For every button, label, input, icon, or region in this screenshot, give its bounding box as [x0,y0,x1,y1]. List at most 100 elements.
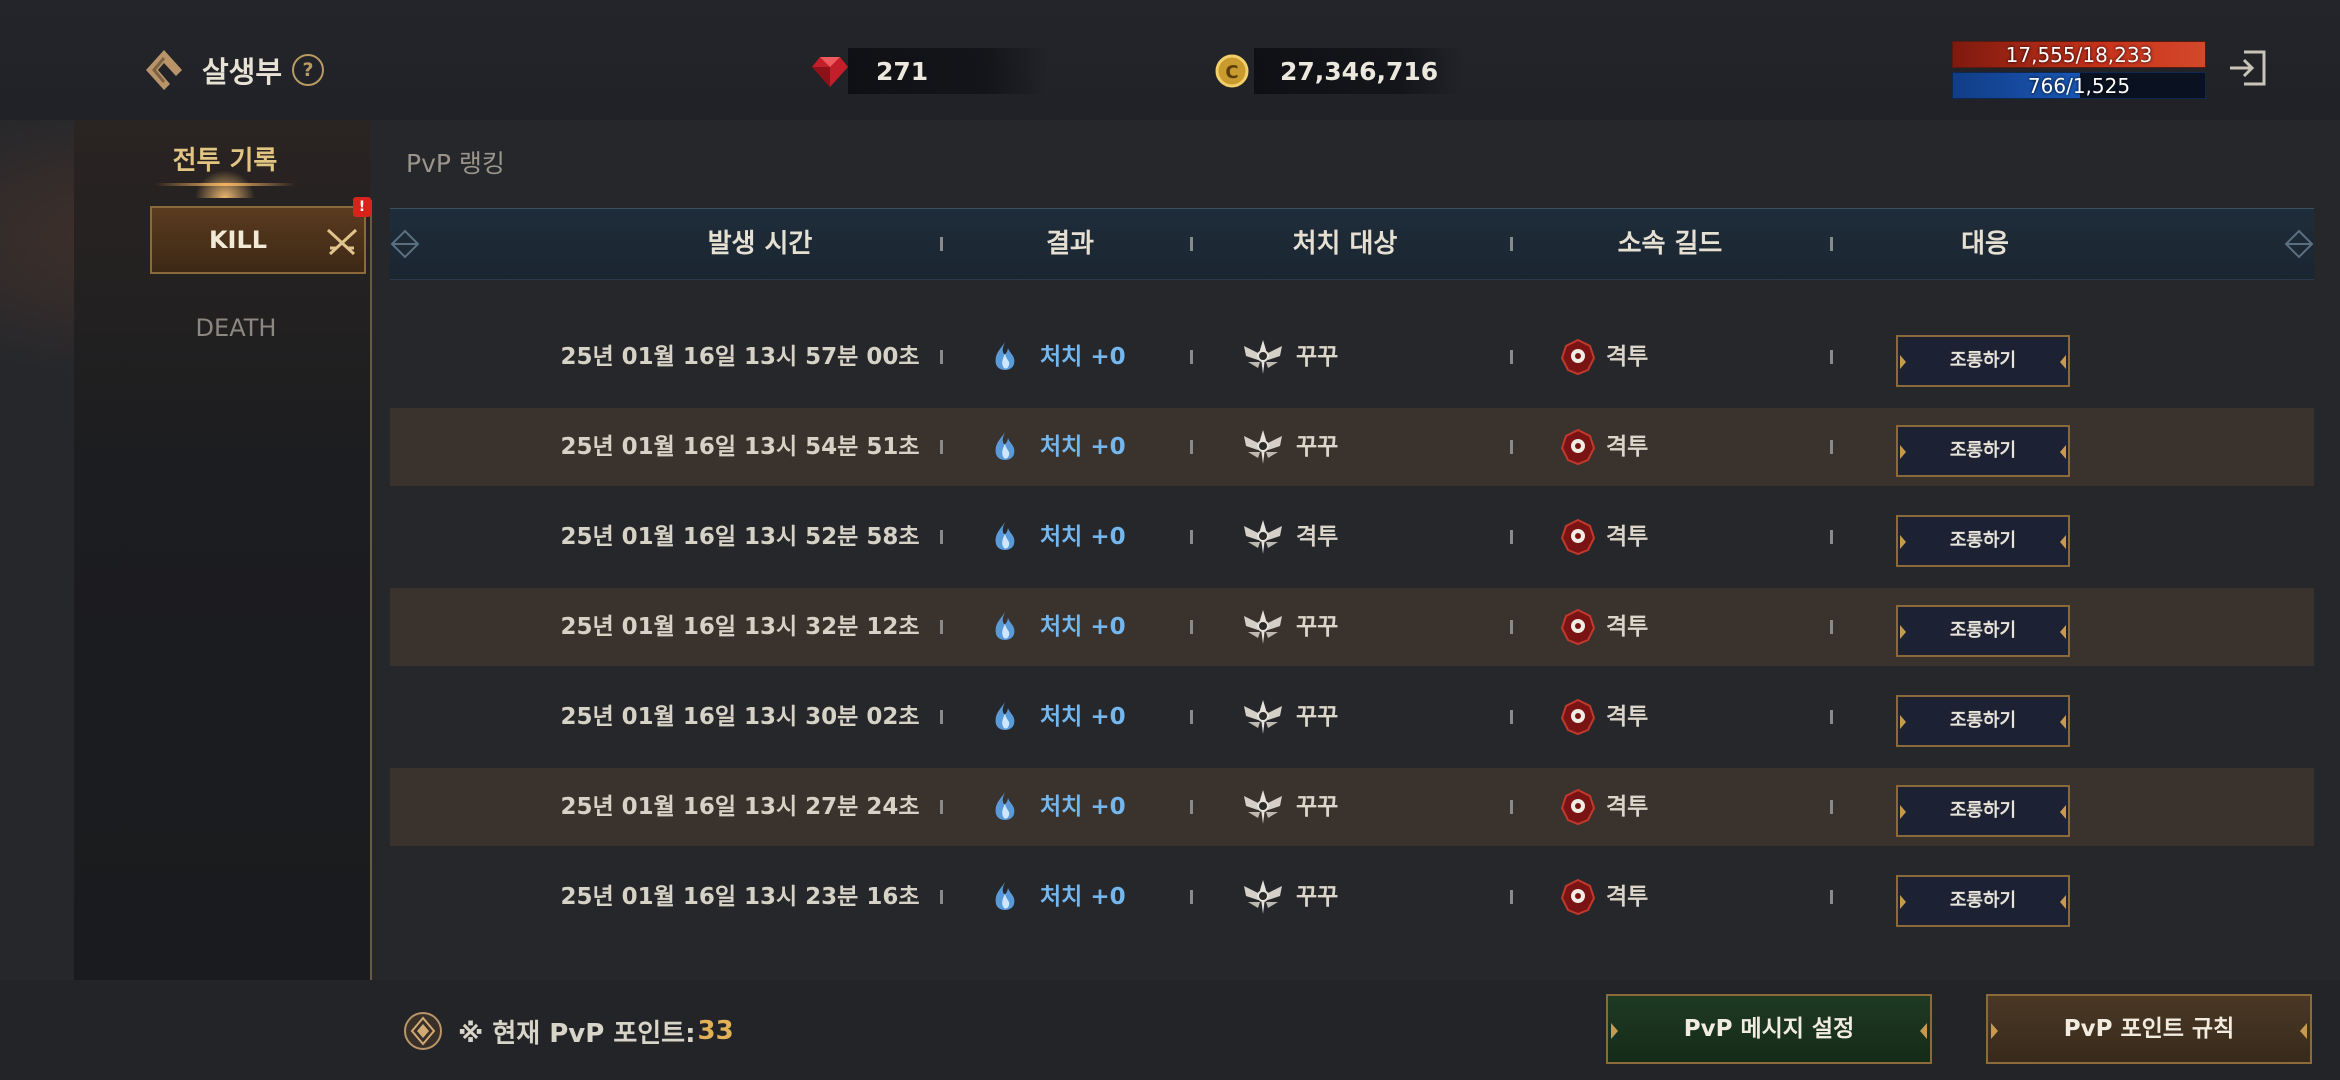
row-time: 25년 01월 16일 13시 27분 24초 [560,794,920,820]
column-separator [940,350,943,364]
winged-crest-icon [1244,340,1282,374]
sidebar-item-death[interactable]: DEATH [150,314,322,342]
header-ornament-right-icon [2284,229,2314,259]
taunt-button[interactable]: 조롱하기 [1896,335,2070,387]
button-ornament-right [2300,1023,2307,1039]
crossed-swords-icon [326,228,358,256]
row-result-text: 처치 +0 [1040,524,1126,550]
row-guild: 격투 [1560,678,1760,756]
row-guild: 격투 [1560,318,1760,396]
row-result-text: 처치 +0 [1040,614,1126,640]
pvp-points-label: ※ 현재 PvP 포인트: [458,1018,696,1049]
row-result: 처치 +0 [990,408,1150,486]
red-gem-icon [812,57,848,87]
button-ornament-left [1900,355,1906,369]
exit-icon[interactable] [2226,46,2270,90]
column-separator [1830,237,1833,251]
row-target: 꾸꾸 [1240,408,1440,486]
column-header-time: 발생 시간 [707,229,813,259]
column-separator [1830,350,1833,364]
guild-emblem-icon [1560,878,1596,916]
hp-mp-bars: 17,555/18,233 766/1,525 [1952,41,2206,103]
column-separator [1190,710,1193,724]
column-header-guild: 소속 길드 [1617,229,1723,259]
row-target-name: 꾸꾸 [1296,794,1339,820]
column-separator [1190,237,1193,251]
row-target-name: 꾸꾸 [1296,884,1339,910]
row-guild: 격투 [1560,408,1760,486]
gold-coin-icon: C [1215,54,1249,88]
taunt-button[interactable]: 조롱하기 [1896,875,2070,927]
row-target: 꾸꾸 [1240,678,1440,756]
row-guild: 격투 [1560,588,1760,666]
row-guild: 격투 [1560,768,1760,846]
row-result-text: 처치 +0 [1040,704,1126,730]
row-target: 꾸꾸 [1240,768,1440,846]
sidebar-item-kill[interactable]: KILL [150,206,366,274]
column-header-action: 대응 [1961,229,2009,259]
row-guild-name: 격투 [1606,524,1649,550]
row-result: 처치 +0 [990,318,1150,396]
taunt-button[interactable]: 조롱하기 [1896,605,2070,657]
row-guild-name: 격투 [1606,434,1649,460]
svg-text:C: C [1225,62,1238,83]
row-target-name: 꾸꾸 [1296,614,1339,640]
pvp-points-value: 33 [697,1016,734,1046]
taunt-button[interactable]: 조롱하기 [1896,785,2070,837]
kill-record-list: 25년 01월 16일 13시 57분 00초 처치 +0 꾸꾸 격투 조롱하기 25년 … [390,278,2314,980]
help-icon[interactable]: ? [292,54,325,86]
hp-text: 17,555/18,233 [2005,43,2153,67]
button-ornament-left [1900,715,1906,729]
blue-flame-icon [995,792,1015,820]
column-separator [940,440,943,454]
row-target-name: 꾸꾸 [1296,434,1339,460]
row-result-text: 처치 +0 [1040,884,1126,910]
column-separator [1830,800,1833,814]
table-row: 25년 01월 16일 13시 32분 12초 처치 +0 꾸꾸 격투 조롱하기 [390,588,2314,666]
blue-flame-icon [995,342,1015,370]
row-target-name: 격투 [1296,524,1339,550]
winged-crest-icon [1244,880,1282,914]
hp-bar: 17,555/18,233 [1952,41,2206,68]
column-header-result: 결과 [1046,229,1094,259]
row-result: 처치 +0 [990,588,1150,666]
gold-value: 27,346,716 [1280,56,1439,86]
page-title: 살생부 [202,55,283,89]
button-ornament-right [2060,625,2066,639]
column-separator [940,710,943,724]
winged-crest-icon [1244,700,1282,734]
button-ornament-left [1900,895,1906,909]
table-row: 25년 01월 16일 13시 27분 24초 처치 +0 꾸꾸 격투 조롱하기 [390,768,2314,846]
button-ornament-right [2060,715,2066,729]
guild-emblem-icon [1560,428,1596,466]
column-separator [1190,440,1193,454]
column-separator [1830,710,1833,724]
guild-emblem-icon [1560,698,1596,736]
top-bar: 살생부 ? 271 C 27,346,716 17,555/18,233 766… [0,0,2340,120]
title-group: 살생부 ? [140,42,325,98]
row-guild-name: 격투 [1606,704,1649,730]
row-result: 처치 +0 [990,858,1150,936]
guild-emblem-icon [1560,518,1596,556]
column-separator [940,237,943,251]
taunt-button-label: 조롱하기 [1949,440,2017,461]
winged-crest-icon [1244,790,1282,824]
pvp-point-rules-button[interactable]: PvP 포인트 규칙 [1986,994,2312,1064]
row-result-text: 처치 +0 [1040,434,1126,460]
pvp-message-settings-button[interactable]: PvP 메시지 설정 [1606,994,1932,1064]
blue-flame-icon [995,612,1015,640]
tab-pvp-ranking[interactable]: PvP 랭킹 [406,144,505,180]
taunt-button[interactable]: 조롱하기 [1896,695,2070,747]
winged-crest-icon [1244,430,1282,464]
row-result: 처치 +0 [990,498,1150,576]
guild-emblem-icon [1560,608,1596,646]
row-result: 처치 +0 [990,678,1150,756]
button-ornament-left [1900,535,1906,549]
column-separator [1510,350,1513,364]
taunt-button[interactable]: 조롱하기 [1896,515,2070,567]
column-separator [1510,710,1513,724]
row-guild-name: 격투 [1606,344,1649,370]
taunt-button[interactable]: 조롱하기 [1896,425,2070,477]
row-target: 꾸꾸 [1240,588,1440,666]
button-ornament-right [2060,535,2066,549]
